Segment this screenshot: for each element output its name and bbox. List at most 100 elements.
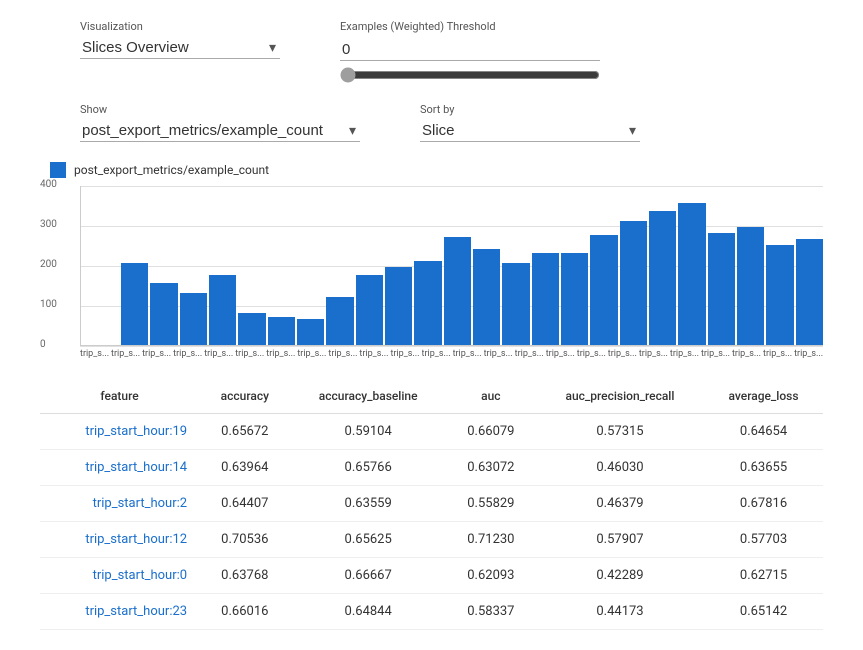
bar-chart-outer: 4003002001000	[40, 186, 823, 346]
table-cell: 0.57907	[536, 522, 704, 558]
bar-wrapper	[238, 313, 265, 345]
bar[interactable]	[150, 283, 177, 345]
legend-color-box	[50, 162, 66, 178]
sortby-label: Sort by	[420, 103, 640, 116]
bar[interactable]	[121, 263, 148, 345]
bar[interactable]	[473, 249, 500, 345]
x-label: trip_s...	[422, 346, 451, 359]
bar[interactable]	[649, 211, 676, 345]
bar-wrapper	[649, 211, 676, 345]
sortby-control: Sort by SliceMetric Value ▾	[420, 103, 640, 142]
bar-wrapper	[209, 275, 236, 345]
table-cell: 0.65766	[291, 450, 446, 486]
bar[interactable]	[737, 227, 764, 345]
bar[interactable]	[385, 267, 412, 345]
table-cell: 0.58337	[446, 594, 536, 630]
x-label: trip_s...	[328, 346, 357, 359]
table-col-header: accuracy	[199, 379, 290, 414]
bar[interactable]	[414, 261, 441, 345]
show-label: Show	[80, 103, 360, 116]
x-label: trip_s...	[173, 346, 202, 359]
bar-wrapper	[268, 317, 295, 345]
bar-wrapper	[620, 221, 647, 345]
table-cell: 0.59104	[291, 414, 446, 450]
legend-label: post_export_metrics/example_count	[74, 163, 269, 177]
table-cell: 0.62093	[446, 558, 536, 594]
bar-wrapper	[796, 239, 823, 345]
table-cell: 0.57315	[536, 414, 704, 450]
table-cell: 0.44173	[536, 594, 704, 630]
bar[interactable]	[620, 221, 647, 345]
table-cell: 0.65625	[291, 522, 446, 558]
table-row: trip_start_hour:230.660160.648440.583370…	[40, 594, 823, 630]
threshold-input[interactable]	[340, 39, 600, 61]
bar[interactable]	[268, 317, 295, 345]
table-col-header: average_loss	[704, 379, 823, 414]
bar[interactable]	[561, 253, 588, 345]
table-row: trip_start_hour:00.637680.666670.620930.…	[40, 558, 823, 594]
x-label: trip_s...	[80, 346, 109, 359]
x-labels-row: trip_s...trip_s...trip_s...trip_s...trip…	[40, 346, 823, 359]
x-label: trip_s...	[111, 346, 140, 359]
table-cell: 0.57703	[704, 522, 823, 558]
table-cell: trip_start_hour:0	[40, 558, 199, 594]
x-label: trip_s...	[701, 346, 730, 359]
show-dropdown-wrapper: post_export_metrics/example_countaccurac…	[80, 120, 360, 142]
x-label: trip_s...	[639, 346, 668, 359]
table-row: trip_start_hour:190.656720.591040.660790…	[40, 414, 823, 450]
visualization-select[interactable]: Slices OverviewMetrics Comparison	[80, 37, 280, 59]
bar[interactable]	[238, 313, 265, 345]
bar-wrapper	[561, 253, 588, 345]
x-label: trip_s...	[515, 346, 544, 359]
table-cell: 0.63655	[704, 450, 823, 486]
table-cell: trip_start_hour:19	[40, 414, 199, 450]
table-cell: trip_start_hour:23	[40, 594, 199, 630]
bar-wrapper	[444, 237, 471, 345]
bar-wrapper	[532, 253, 559, 345]
bar-wrapper	[326, 297, 353, 345]
table-cell: 0.55829	[446, 486, 536, 522]
bar-wrapper	[385, 267, 412, 345]
bar-wrapper	[590, 235, 617, 345]
bar[interactable]	[209, 275, 236, 345]
table-cell: 0.71230	[446, 522, 536, 558]
show-select[interactable]: post_export_metrics/example_countaccurac…	[80, 120, 360, 142]
bar[interactable]	[502, 263, 529, 345]
table-col-header: accuracy_baseline	[291, 379, 446, 414]
table-cell: 0.66016	[199, 594, 290, 630]
bar-wrapper	[502, 263, 529, 345]
table-cell: 0.70536	[199, 522, 290, 558]
bar[interactable]	[590, 235, 617, 345]
show-control: Show post_export_metrics/example_countac…	[80, 103, 360, 142]
sortby-select[interactable]: SliceMetric Value	[420, 120, 640, 142]
bar[interactable]	[297, 319, 324, 345]
bar[interactable]	[708, 233, 735, 345]
table-row: trip_start_hour:20.644070.635590.558290.…	[40, 486, 823, 522]
x-label: trip_s...	[204, 346, 233, 359]
table-cell: 0.46030	[536, 450, 704, 486]
threshold-control: Examples (Weighted) Threshold	[340, 20, 600, 83]
table-header: featureaccuracyaccuracy_baselineaucauc_p…	[40, 379, 823, 414]
x-label: trip_s...	[359, 346, 388, 359]
bar-chart-area	[80, 186, 823, 346]
table-row: trip_start_hour:140.639640.657660.630720…	[40, 450, 823, 486]
bar[interactable]	[356, 275, 383, 345]
bar[interactable]	[180, 293, 207, 345]
bar[interactable]	[532, 253, 559, 345]
threshold-slider[interactable]	[340, 67, 600, 83]
table-cell: 0.67816	[704, 486, 823, 522]
x-label: trip_s...	[453, 346, 482, 359]
table-cell: 0.63559	[291, 486, 446, 522]
table-cell: 0.63072	[446, 450, 536, 486]
bar[interactable]	[796, 239, 823, 345]
bar[interactable]	[766, 245, 793, 345]
table-section: featureaccuracyaccuracy_baselineaucauc_p…	[0, 369, 863, 650]
bar[interactable]	[326, 297, 353, 345]
table-cell: 0.64654	[704, 414, 823, 450]
bar[interactable]	[444, 237, 471, 345]
bar[interactable]	[678, 203, 705, 345]
sortby-dropdown-wrapper: SliceMetric Value ▾	[420, 120, 640, 142]
table-cell: trip_start_hour:2	[40, 486, 199, 522]
x-label: trip_s...	[577, 346, 606, 359]
bar-wrapper	[708, 233, 735, 345]
